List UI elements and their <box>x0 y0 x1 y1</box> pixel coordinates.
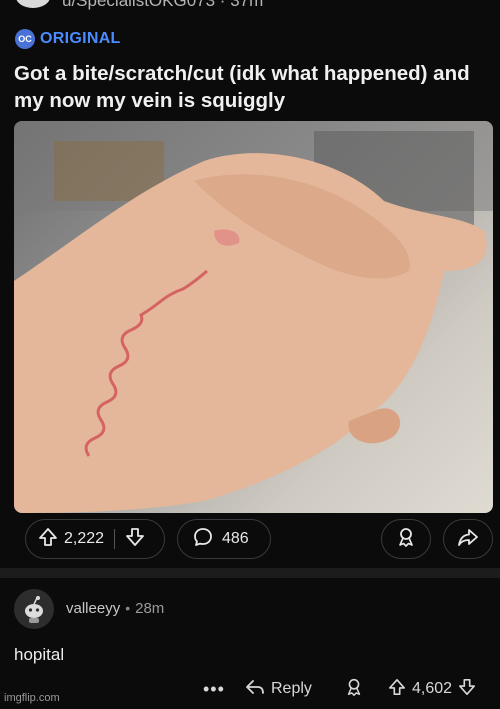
meta-separator: • <box>125 600 131 616</box>
oc-badge-icon: OC <box>15 29 35 49</box>
avatar[interactable] <box>14 589 54 629</box>
imgflip-watermark: imgflip.com <box>4 692 60 704</box>
comment-header: valleeyy • 28m <box>14 588 164 630</box>
comments-button[interactable]: 486 <box>177 519 271 559</box>
reply-label: Reply <box>271 680 312 697</box>
post-image[interactable] <box>14 121 493 513</box>
cropped-post-header: u/SpecialistOKG073 · 37m <box>0 0 500 22</box>
post-flair-row: OC ORIGINAL <box>15 28 121 50</box>
share-icon <box>457 526 479 553</box>
comment-text: hopital <box>14 645 65 664</box>
hand-photo-illustration <box>14 121 493 513</box>
upvote-count: 2,222 <box>64 530 105 547</box>
comment-meta: valleeyy • 28m <box>66 600 164 618</box>
award-button[interactable] <box>381 519 431 559</box>
snoo-avatar-icon <box>25 596 43 623</box>
post-title[interactable]: Got a bite/scratch/cut (idk what happene… <box>14 60 484 114</box>
reply-icon <box>245 677 265 702</box>
downvote-icon[interactable] <box>125 527 145 552</box>
author-name[interactable]: u/SpecialistOKG073 · 37m <box>62 0 263 11</box>
comment-username[interactable]: valleeyy <box>66 600 120 617</box>
vote-pill: 2,222 <box>25 519 165 559</box>
reply-button[interactable]: Reply <box>245 676 312 702</box>
upvote-icon[interactable] <box>38 527 58 552</box>
share-button[interactable] <box>443 519 493 559</box>
award-icon <box>344 677 364 702</box>
award-icon <box>395 526 417 553</box>
comment-award-button[interactable] <box>344 676 364 702</box>
comment-time: 28m <box>135 600 165 617</box>
comment-vote-count: 4,602 <box>412 680 453 697</box>
flair-label[interactable]: ORIGINAL <box>40 30 121 48</box>
post-action-bar: 2,222 486 <box>0 519 500 561</box>
more-options-button[interactable]: ••• <box>203 676 225 702</box>
section-divider <box>0 568 500 578</box>
comment-count: 486 <box>222 530 249 547</box>
vote-divider <box>114 529 116 549</box>
upvote-icon[interactable] <box>388 678 406 701</box>
comment-icon <box>192 526 214 553</box>
comment-vote: 4,602 <box>388 676 476 702</box>
downvote-icon[interactable] <box>458 678 476 701</box>
author-avatar[interactable] <box>16 0 50 8</box>
comment-action-bar: ••• Reply 4,602 <box>0 676 500 702</box>
